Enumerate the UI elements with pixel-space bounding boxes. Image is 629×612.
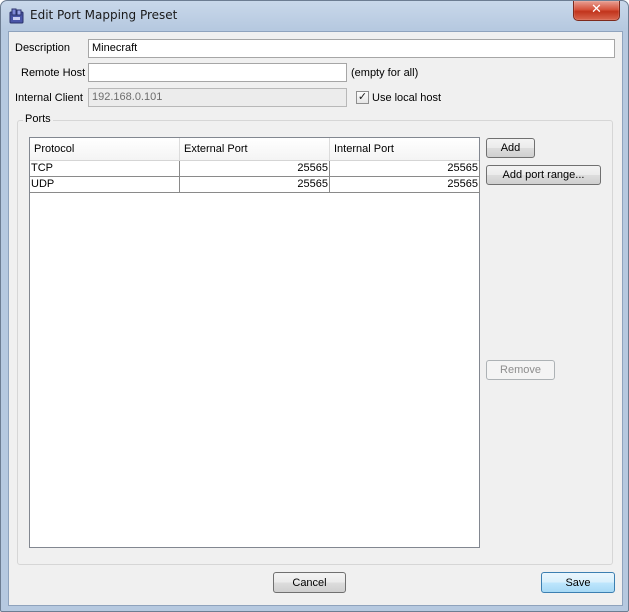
close-icon: ✕ (591, 2, 602, 17)
remove-button: Remove (486, 360, 555, 380)
ports-table[interactable]: Protocol External Port Internal Port TCP… (29, 137, 480, 548)
cell-protocol: UDP (30, 177, 180, 193)
dialog-content: Description Minecraft Remote Host (empty… (8, 31, 623, 606)
cell-internal-port: 25565 (330, 161, 480, 177)
title-bar: Edit Port Mapping Preset ✕ (1, 1, 628, 31)
add-port-range-button[interactable]: Add port range... (486, 165, 601, 185)
table-row[interactable]: TCP 25565 25565 (30, 161, 480, 177)
cell-external-port: 25565 (180, 161, 330, 177)
cancel-button[interactable]: Cancel (273, 572, 346, 593)
description-input[interactable]: Minecraft (88, 39, 615, 58)
close-button[interactable]: ✕ (573, 1, 620, 21)
ports-group-title: Ports (23, 113, 53, 125)
table-row[interactable]: UDP 25565 25565 (30, 177, 480, 193)
table-header: Protocol External Port Internal Port (30, 138, 479, 161)
column-header-protocol[interactable]: Protocol (30, 138, 180, 160)
cell-protocol: TCP (30, 161, 180, 177)
save-button[interactable]: Save (541, 572, 615, 593)
remote-host-hint: (empty for all) (351, 67, 419, 79)
use-local-host-checkbox[interactable]: ✓ (356, 91, 369, 104)
remote-host-input[interactable] (88, 63, 347, 82)
dialog-window: Edit Port Mapping Preset ✕ Description M… (0, 0, 629, 612)
cell-internal-port: 25565 (330, 177, 480, 193)
description-label: Description (15, 42, 71, 54)
internal-client-input: 192.168.0.101 (88, 88, 347, 107)
window-title: Edit Port Mapping Preset (30, 8, 178, 22)
app-icon (9, 8, 24, 24)
remote-host-label: Remote Host (21, 67, 86, 79)
column-header-external-port[interactable]: External Port (180, 138, 330, 160)
use-local-host-label[interactable]: Use local host (372, 92, 441, 104)
add-button[interactable]: Add (486, 138, 535, 158)
internal-client-label: Internal Client (15, 92, 83, 104)
check-icon: ✓ (357, 91, 368, 103)
column-header-internal-port[interactable]: Internal Port (330, 138, 479, 160)
cell-external-port: 25565 (180, 177, 330, 193)
